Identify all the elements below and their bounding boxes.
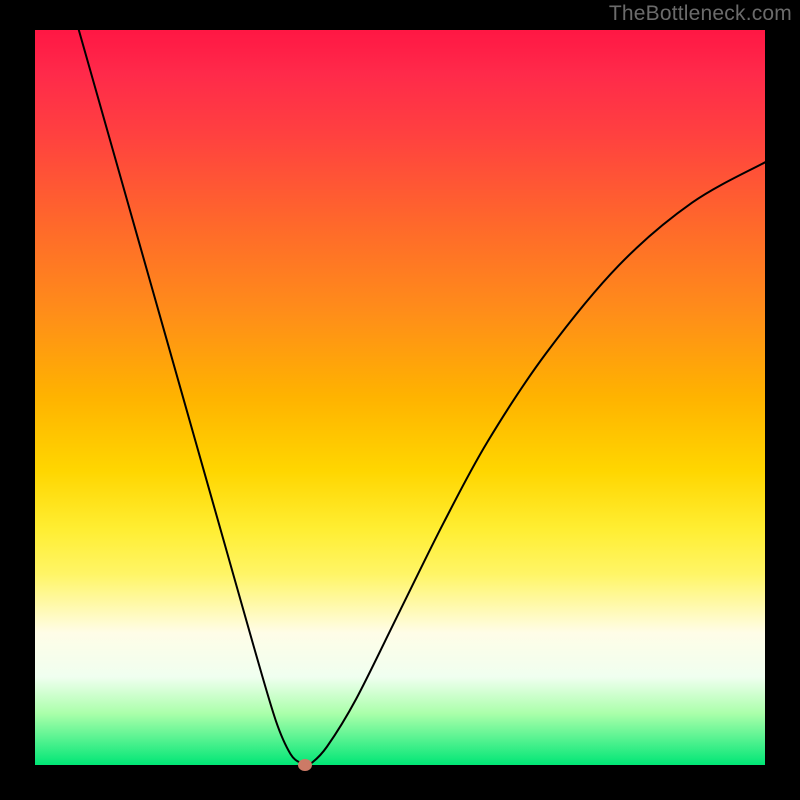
bottleneck-curve — [79, 30, 765, 765]
plot-area — [35, 30, 765, 765]
curve-layer — [35, 30, 765, 765]
optimal-point-marker — [298, 759, 312, 771]
watermark-text: TheBottleneck.com — [609, 2, 792, 26]
